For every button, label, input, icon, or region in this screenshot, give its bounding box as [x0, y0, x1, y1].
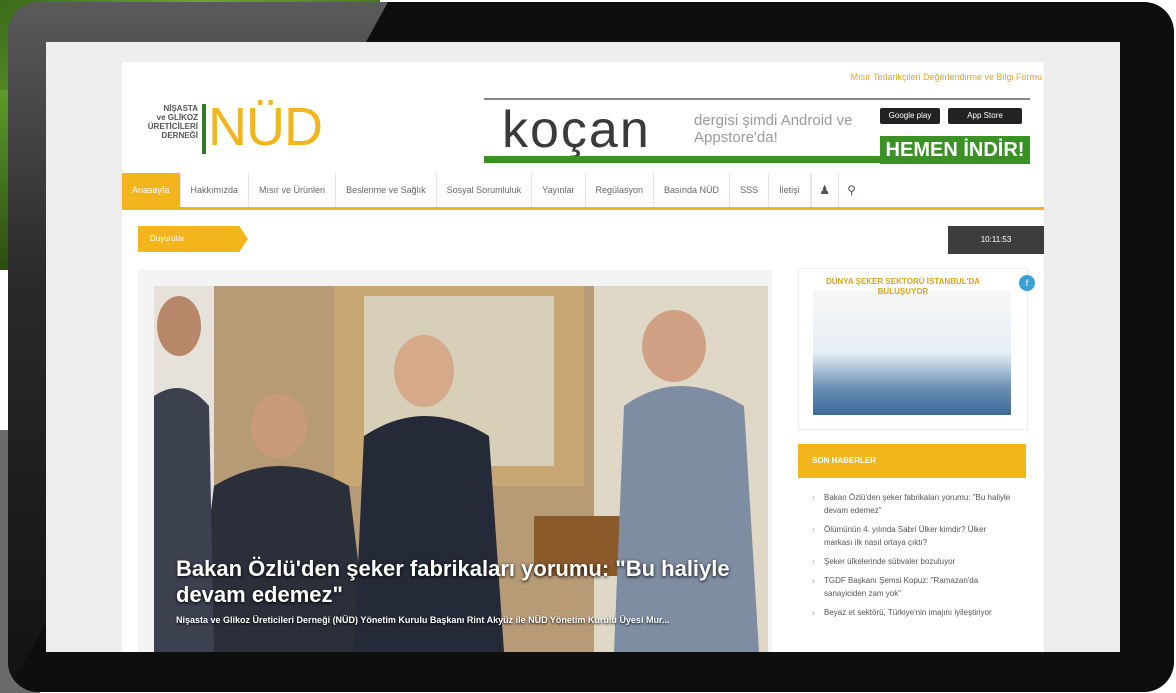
logo-association-name: NİŞASTA ve GLİKOZ ÜRETİCİLERİ DERNEĞİ [136, 104, 198, 140]
search-icon[interactable]: ⚲ [837, 173, 865, 207]
nav-item-faq[interactable]: SSS [730, 173, 770, 207]
latest-news-header: SON HABERLER [798, 444, 1026, 478]
logo-line: ÜRETİCİLERİ [147, 122, 198, 131]
list-item[interactable]: Şeker ülkelerinde sübvaler bozuluyor [798, 552, 1026, 571]
nav-item-contact[interactable]: İletişi [769, 173, 811, 207]
list-item[interactable]: Ölümünün 4. yılında Sabri Ülker kimdir? … [798, 520, 1026, 552]
nav-item-about[interactable]: Hakkımızda [181, 173, 250, 207]
logo-line: DERNEĞİ [161, 131, 198, 140]
kocan-banner-ad[interactable]: koçan dergisi şimdi Android ve Appstore'… [484, 98, 1030, 166]
logo-wordmark: NÜD [208, 97, 323, 157]
nav-item-publications[interactable]: Yayınlar [532, 173, 586, 207]
nud-logo[interactable]: NİŞASTA ve GLİKOZ ÜRETİCİLERİ DERNEĞİ NÜ… [136, 97, 366, 160]
hero-slider[interactable]: Bakan Özlü'den şeker fabrikaları yorumu:… [154, 286, 768, 652]
hero-summary: Nişasta ve Glikoz Üreticileri Derneği (N… [176, 615, 670, 625]
logo-line: ve GLİKOZ [156, 113, 198, 122]
announcements-label: Duyurular [138, 226, 248, 252]
banner-brand: koçan [502, 101, 651, 159]
banner-underline [484, 156, 884, 163]
main-nav: Anasayfa Hakkımızda Mısır ve Ürünleri Be… [122, 173, 1044, 210]
facebook-icon[interactable]: f [1019, 275, 1035, 291]
nav-item-corn-products[interactable]: Mısır ve Ürünleri [249, 173, 337, 207]
latest-news-list: Bakan Özlü'den şeker fabrikaları yorumu:… [798, 480, 1026, 622]
nav-item-home[interactable]: Anasayfa [122, 173, 181, 207]
list-item[interactable]: TGDF Başkanı Şemsi Kopuz: "Ramazan'da sa… [798, 571, 1026, 603]
tablet-screen: Mısır Tedarikçileri Değerlendirme ve Bil… [46, 42, 1120, 652]
sugar-ad-title: DÜNYA ŞEKER SEKTÖRÜ İSTANBUL'DA BULUŞUYO… [825, 277, 981, 296]
banner-tagline: dergisi şimdi Android ve Appstore'da! [694, 112, 853, 146]
list-item[interactable]: Beyaz et sektörü, Türkiye'nin imajını iy… [798, 603, 1026, 622]
nav-item-nutrition-health[interactable]: Beslenme ve Sağlık [336, 173, 437, 207]
supplier-form-link[interactable]: Mısır Tedarikçileri Değerlendirme ve Bil… [851, 72, 1042, 82]
list-item[interactable]: Bakan Özlü'den şeker fabrikaları yorumu:… [798, 488, 1026, 520]
hero-headline[interactable]: Bakan Özlü'den şeker fabrikaları yorumu:… [176, 556, 756, 608]
nav-item-press[interactable]: Basında NÜD [654, 173, 731, 207]
user-icon[interactable]: ♟ [810, 173, 838, 207]
logo-line: NİŞASTA [163, 104, 198, 113]
nav-item-regulation[interactable]: Regülasyon [586, 173, 655, 207]
app-store-badge[interactable]: App Store [948, 108, 1022, 124]
download-now-button[interactable]: HEMEN İNDİR! [880, 136, 1030, 164]
clock-display: 10:11:53 [948, 226, 1044, 254]
google-play-badge[interactable]: Google play [880, 108, 940, 124]
logo-divider [202, 104, 206, 154]
istanbul-skyline-image [813, 291, 1011, 415]
nav-item-social-responsibility[interactable]: Sosyal Sorumluluk [437, 173, 533, 207]
sugar-sector-ad[interactable]: DÜNYA ŞEKER SEKTÖRÜ İSTANBUL'DA BULUŞUYO… [798, 268, 1035, 430]
